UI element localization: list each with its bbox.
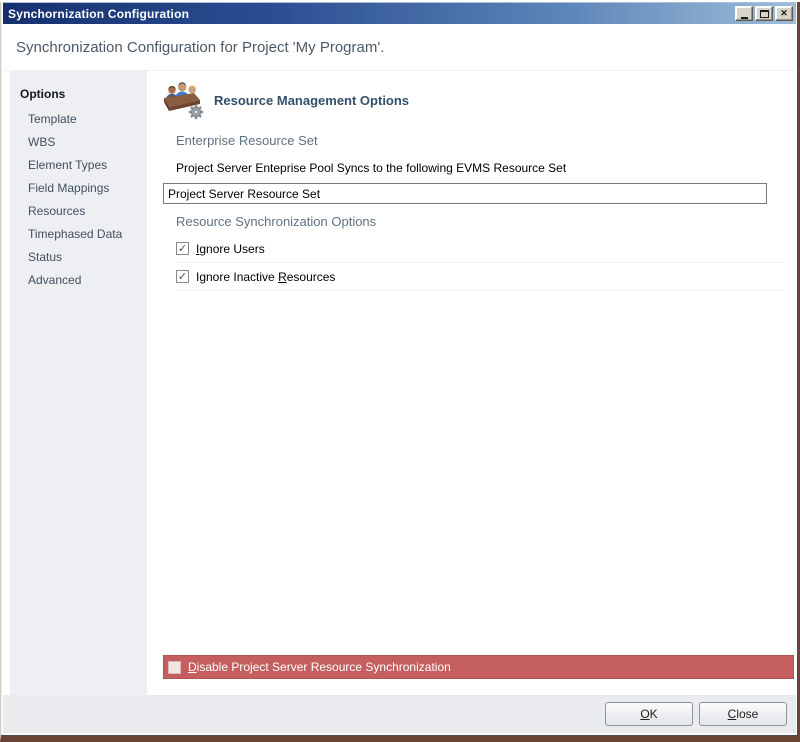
minimize-button[interactable] bbox=[735, 6, 753, 21]
ignore-inactive-resources-label: Ignore Inactive Resources bbox=[196, 269, 336, 284]
window-controls: ✕ bbox=[735, 6, 796, 21]
sidebar-item-status[interactable]: Status bbox=[10, 246, 147, 269]
ignore-users-label: Ignore Users bbox=[196, 241, 265, 256]
sync-options-list: ✓ Ignore Users ✓ Ignore Inactive Resourc… bbox=[163, 235, 796, 291]
dialog-window: Synchornization Configuration ✕ Synchron… bbox=[0, 2, 800, 742]
sidebar-item-template[interactable]: Template bbox=[10, 108, 147, 131]
window-title: Synchornization Configuration bbox=[8, 6, 190, 21]
sidebar-item-timephased-data[interactable]: Timephased Data bbox=[10, 223, 147, 246]
sidebar-item-element-types[interactable]: Element Types bbox=[10, 154, 147, 177]
dialog-body: Options Template WBS Element Types Field… bbox=[3, 70, 796, 695]
resource-set-input[interactable] bbox=[163, 183, 767, 204]
enterprise-resource-set-title: Enterprise Resource Set bbox=[176, 133, 318, 148]
heading-row: Resource Management Options bbox=[163, 80, 796, 120]
page-title: Synchronization Configuration for Projec… bbox=[16, 38, 385, 56]
close-icon: ✕ bbox=[780, 8, 788, 18]
ignore-users-row[interactable]: ✓ Ignore Users bbox=[176, 235, 784, 263]
sidebar-item-field-mappings[interactable]: Field Mappings bbox=[10, 177, 147, 200]
title-bar[interactable]: Synchornization Configuration ✕ bbox=[3, 2, 796, 24]
close-window-button[interactable]: ✕ bbox=[775, 6, 793, 21]
ignore-inactive-resources-checkbox[interactable]: ✓ bbox=[176, 270, 189, 283]
people-with-gear-icon bbox=[164, 82, 204, 120]
disable-sync-checkbox[interactable] bbox=[168, 660, 181, 674]
sidebar-item-wbs[interactable]: WBS bbox=[10, 131, 147, 154]
maximize-button[interactable] bbox=[755, 6, 773, 21]
section-heading-resource-management: Resource Management Options bbox=[214, 92, 410, 108]
dialog-header: Synchronization Configuration for Projec… bbox=[3, 24, 796, 70]
sidebar-item-advanced[interactable]: Advanced bbox=[10, 269, 147, 292]
main-content: Resource Management Options Enterprise R… bbox=[147, 71, 796, 695]
disable-sync-label: Disable Project Server Resource Synchron… bbox=[188, 660, 451, 674]
dialog-footer: OK Close bbox=[3, 695, 796, 733]
ignore-users-checkbox[interactable]: ✓ bbox=[176, 242, 189, 255]
ignore-inactive-resources-row[interactable]: ✓ Ignore Inactive Resources bbox=[176, 263, 784, 291]
sync-options-title: Resource Synchronization Options bbox=[176, 214, 377, 229]
maximize-icon bbox=[759, 9, 769, 18]
close-button[interactable]: Close bbox=[699, 702, 787, 726]
resource-set-label: Project Server Enteprise Pool Syncs to t… bbox=[176, 161, 567, 175]
options-sidebar: Options Template WBS Element Types Field… bbox=[10, 71, 147, 695]
ok-button[interactable]: OK bbox=[605, 702, 693, 726]
minimize-icon bbox=[740, 16, 748, 19]
disable-sync-banner[interactable]: Disable Project Server Resource Synchron… bbox=[163, 655, 794, 679]
sidebar-item-resources[interactable]: Resources bbox=[10, 200, 147, 223]
sidebar-heading: Options bbox=[20, 87, 66, 101]
